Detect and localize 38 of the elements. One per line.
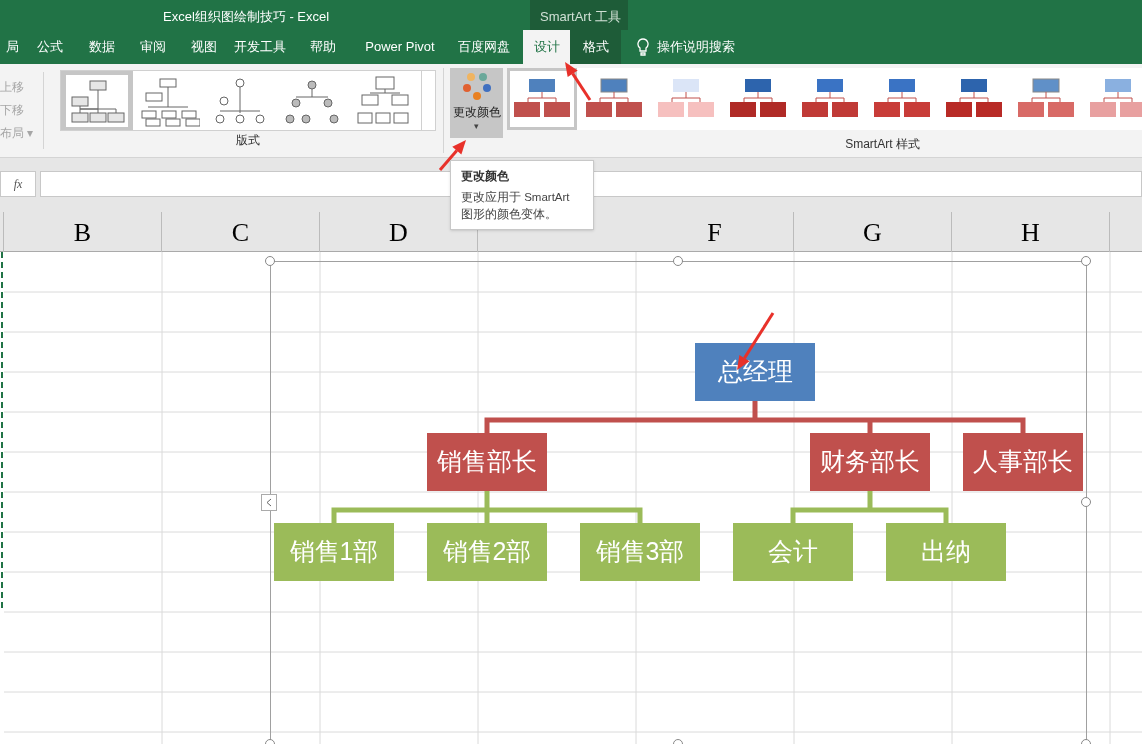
tooltip-title: 更改颜色 [461,168,510,185]
ribbon-tab[interactable]: 帮助 [291,30,355,64]
ribbon-tab[interactable]: 视图 [178,30,229,64]
layout-option[interactable] [60,71,133,130]
column-header[interactable]: F [636,212,794,252]
group-label: 版式 [235,132,260,149]
ribbon-tab[interactable]: 局 [0,30,24,64]
column-header[interactable]: H [952,212,1110,252]
column-header[interactable]: C [162,212,320,252]
ribbon-tab[interactable]: 公式 [24,30,76,64]
ribbon-tab[interactable]: 格式 [570,30,621,64]
org-chart-node[interactable]: 总经理 [695,343,815,401]
function-label[interactable]: fx [13,175,23,193]
tell-me-search[interactable]: 操作说明搜索 [657,37,735,57]
ribbon-tab[interactable]: 审阅 [127,30,178,64]
ribbon-tab[interactable]: 数据 [76,30,127,64]
column-header[interactable]: G [794,212,952,252]
ribbon-tab[interactable]: 开发工具 [229,30,291,64]
resize-handle[interactable] [673,256,683,266]
contextual-tab-title: SmartArt 工具 [540,8,621,26]
org-chart-node[interactable]: 人事部长 [963,433,1083,491]
ribbon-tab[interactable]: 设计 [523,30,570,64]
resize-handle[interactable] [1081,256,1091,266]
org-chart-layout-icon [65,74,128,127]
lightbulb-icon [637,38,649,56]
ribbon-tab[interactable]: 百度网盘 [445,30,523,64]
resize-handle[interactable] [265,256,275,266]
style-option[interactable] [507,68,577,130]
change-colors-button[interactable]: 更改颜色 ▾ [450,68,503,138]
resize-handle[interactable] [1081,497,1091,507]
chevron-left-icon [266,498,272,507]
org-chart-node[interactable]: 销售部长 [427,433,547,491]
text-pane-toggle[interactable] [261,494,277,511]
column-header[interactable]: B [4,212,162,252]
org-chart-node[interactable]: 财务部长 [810,433,930,491]
window-title: Excel组织图绘制技巧 - Excel [163,8,330,26]
ribbon-tab[interactable]: Power Pivot [355,30,445,64]
group-label: SmartArt 样式 [845,136,920,153]
